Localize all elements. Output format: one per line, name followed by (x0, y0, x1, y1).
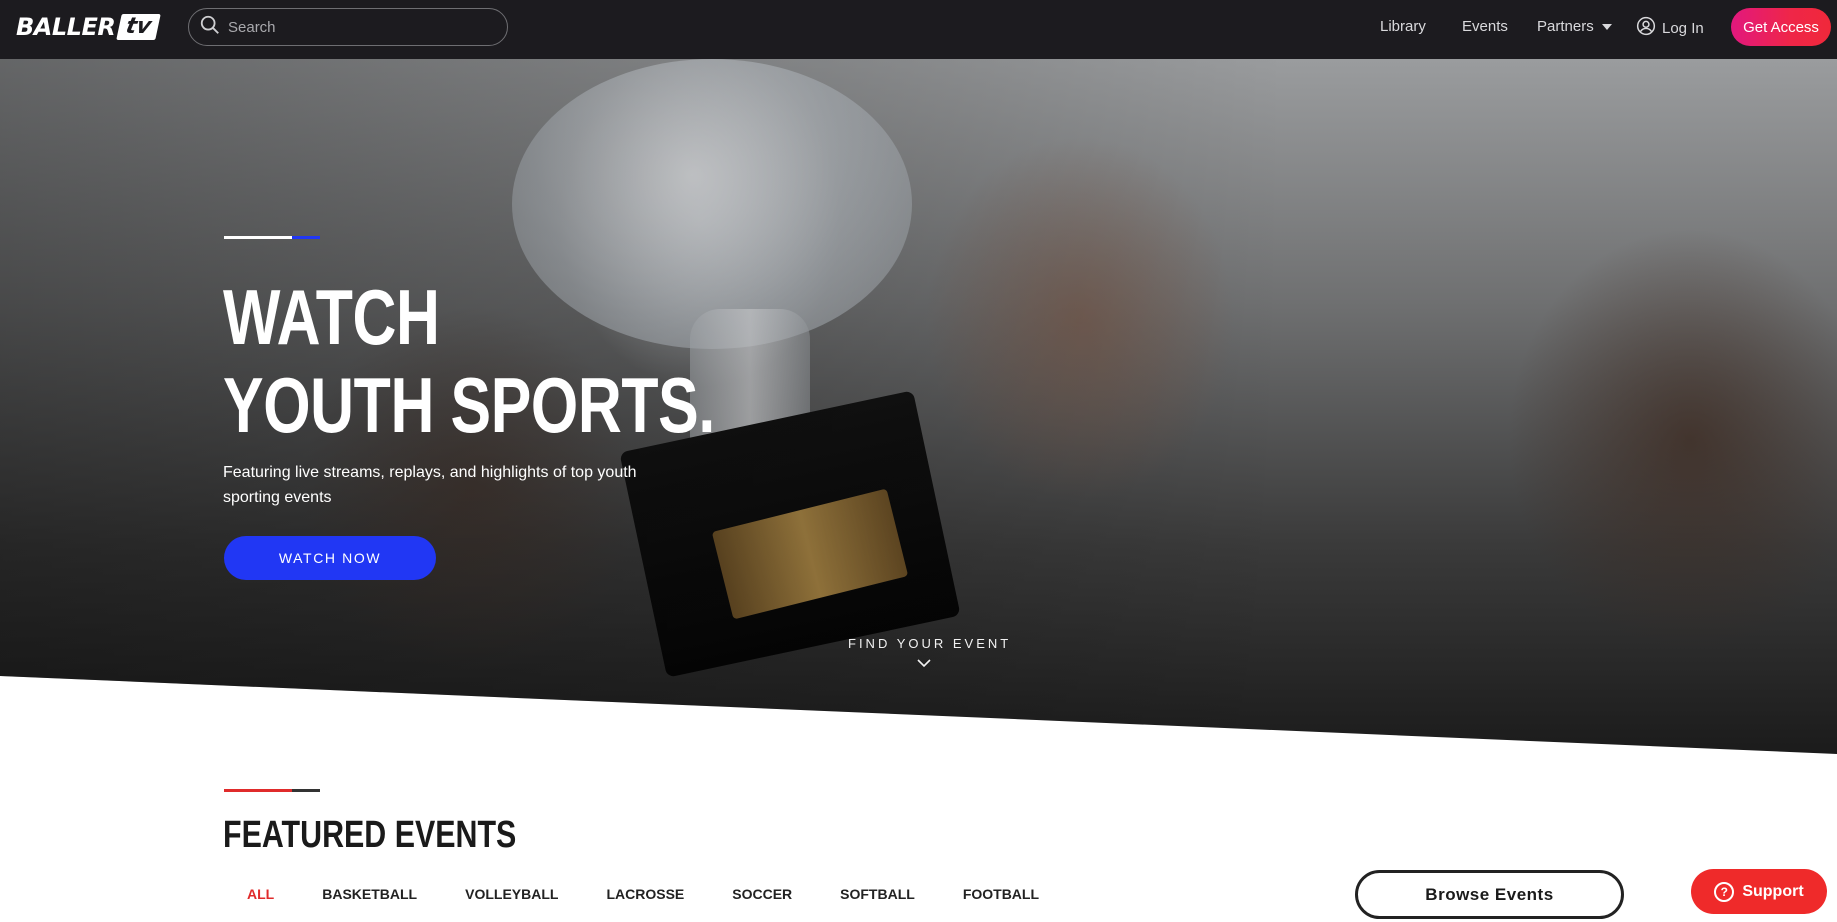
ballertv-logo[interactable]: BALLER tv (16, 13, 161, 41)
caret-down-icon (1601, 23, 1612, 30)
hero-subtitle: Featuring live streams, replays, and hig… (223, 464, 637, 506)
get-access-button[interactable]: Get Access (1731, 8, 1831, 46)
user-circle-icon (1636, 16, 1656, 40)
logo-tv-badge: tv (116, 14, 161, 40)
filter-tab-lacrosse[interactable]: LACROSSE (606, 886, 684, 902)
hero-accent-line-blue (292, 236, 320, 239)
logo-wordmark: BALLER (16, 13, 116, 41)
filter-tab-softball[interactable]: SOFTBALL (840, 886, 915, 902)
hero-title: WATCH YOUTH SPORTS. (223, 273, 715, 449)
search-input[interactable] (228, 18, 498, 36)
sport-filter-tabs: ALL BASKETBALL VOLLEYBALL LACROSSE SOCCE… (247, 886, 1087, 902)
featured-events-title: FEATURED EVENTS (223, 814, 517, 856)
nav-login-link[interactable]: Log In (1636, 16, 1704, 40)
support-label: Support (1742, 882, 1804, 900)
nav-library-link[interactable]: Library (1380, 18, 1426, 35)
question-icon: ? (1714, 881, 1735, 902)
nav-partners-dropdown[interactable]: Partners (1537, 18, 1612, 35)
nav-events-link[interactable]: Events (1462, 18, 1508, 35)
featured-accent-line-red (224, 789, 292, 792)
support-button[interactable]: ? Support (1691, 869, 1827, 914)
chevron-down-icon[interactable] (916, 656, 932, 668)
filter-tab-soccer[interactable]: SOCCER (732, 886, 792, 902)
filter-tab-basketball[interactable]: BASKETBALL (322, 886, 417, 902)
hero-accent-line-white (224, 236, 292, 239)
nav-partners-label: Partners (1537, 18, 1594, 35)
filter-tab-volleyball[interactable]: VOLLEYBALL (465, 886, 558, 902)
filter-tab-football[interactable]: FOOTBALL (963, 886, 1039, 902)
search-box[interactable] (188, 8, 508, 46)
top-navigation: BALLER tv Library Events Partners Log In… (0, 0, 1837, 59)
hero-title-line1: WATCH (223, 273, 440, 361)
browse-events-button[interactable]: Browse Events (1355, 870, 1624, 919)
featured-accent-line-dark (292, 789, 320, 792)
filter-tab-all[interactable]: ALL (247, 886, 274, 902)
hero-title-line2: YOUTH SPORTS. (223, 361, 715, 449)
nav-login-label: Log In (1662, 19, 1704, 37)
search-icon (199, 14, 221, 41)
watch-now-button[interactable]: WATCH NOW (224, 536, 436, 580)
find-your-event-link[interactable]: FIND YOUR EVENT (848, 636, 1011, 651)
